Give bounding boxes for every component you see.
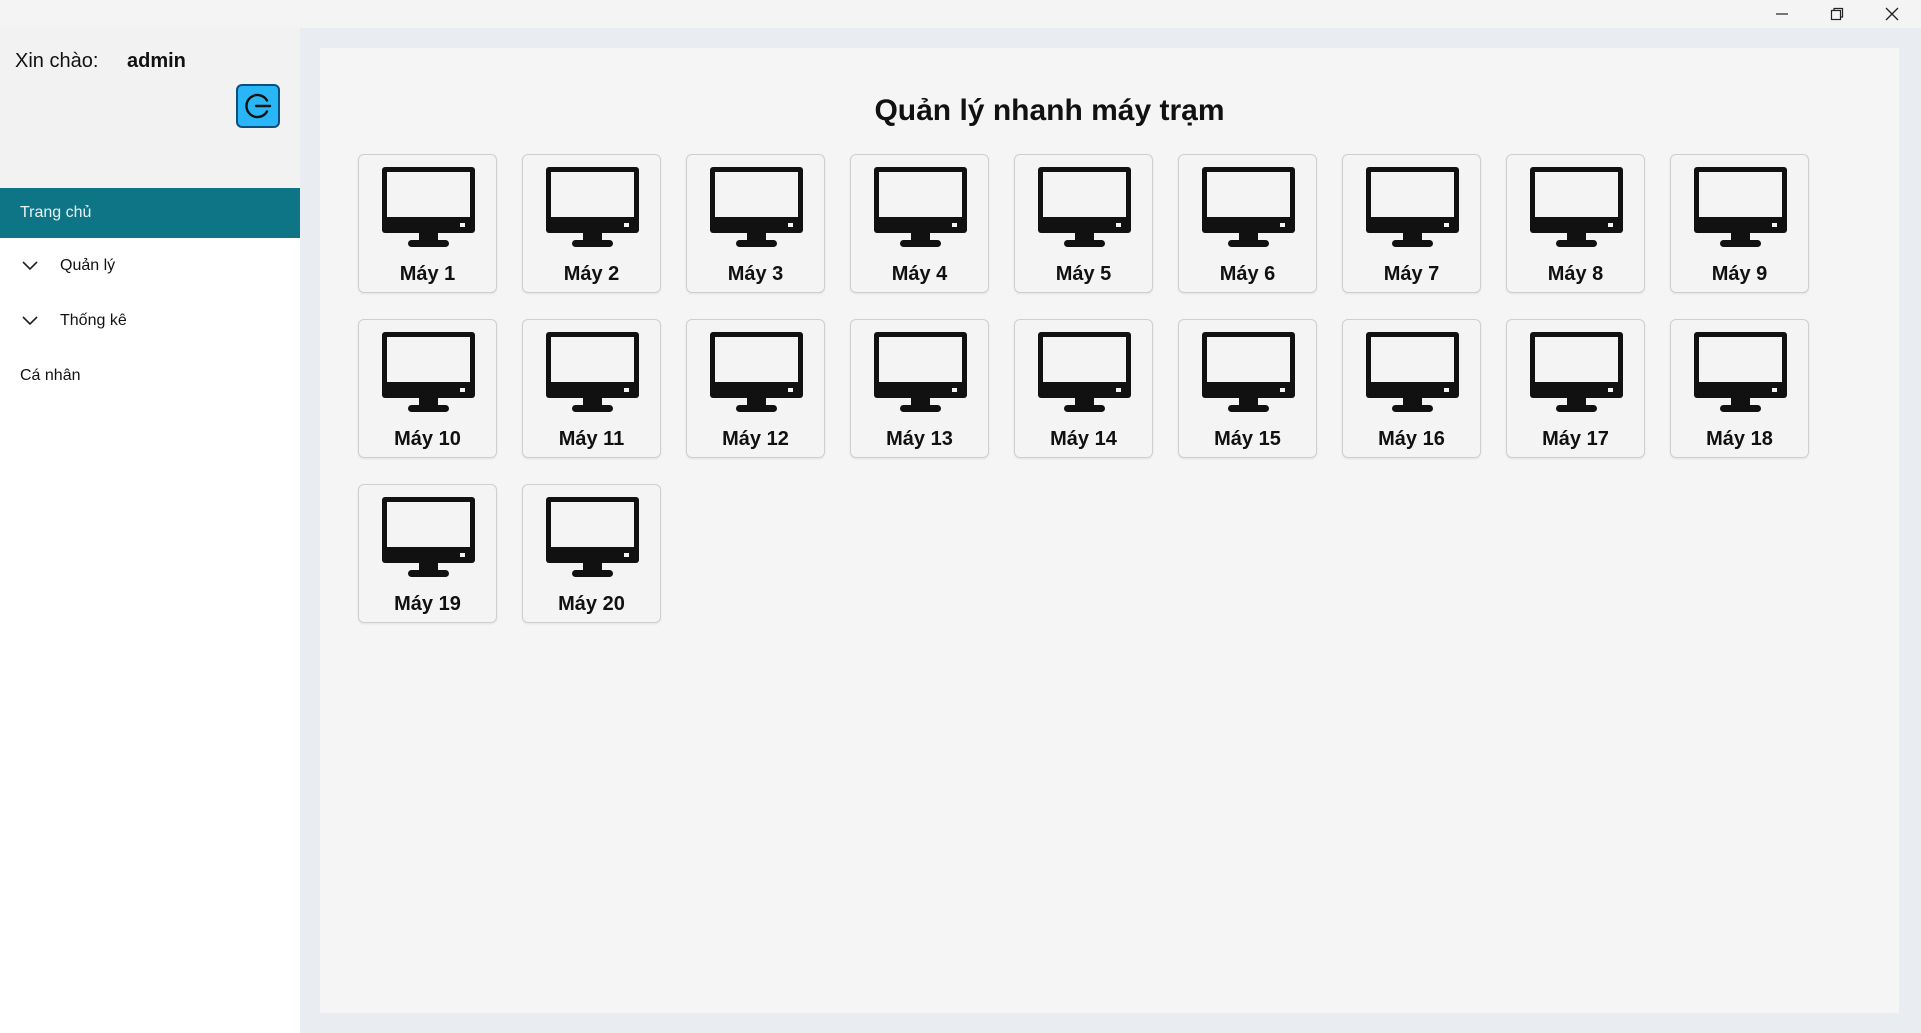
logout-icon: [245, 93, 272, 119]
sidebar-item-quan-ly[interactable]: Quản lý: [0, 238, 300, 293]
sidebar-item-label: Cá nhân: [20, 366, 81, 384]
machine-label: Máy 15: [1214, 428, 1281, 450]
machine-label: Máy 7: [1383, 263, 1440, 285]
machine-tile[interactable]: Máy 13: [850, 319, 989, 458]
minimize-button[interactable]: [1755, 0, 1809, 28]
machine-tile[interactable]: Máy 17: [1506, 319, 1645, 458]
machine-grid: Máy 1 Máy 2 Máy 3 Máy 4 Máy 5 Máy 6 Máy …: [358, 154, 1818, 623]
username-label: admin: [127, 50, 186, 72]
machine-tile[interactable]: Máy 7: [1342, 154, 1481, 293]
restore-icon: [1830, 7, 1844, 21]
close-icon: [1885, 7, 1899, 21]
machine-label: Máy 1: [399, 263, 456, 285]
machine-label: Máy 19: [394, 593, 461, 615]
sidebar-nav: Trang chủ Quản lý Thống kê Cá nhân: [0, 188, 300, 403]
machine-tile[interactable]: Máy 10: [358, 319, 497, 458]
machine-label: Máy 17: [1542, 428, 1609, 450]
machine-label: Máy 8: [1547, 263, 1604, 285]
user-panel: Xin chào: admin: [0, 28, 300, 188]
machine-label: Máy 11: [558, 428, 625, 450]
desktop-monitor-icon: [382, 167, 475, 247]
desktop-monitor-icon: [1202, 167, 1295, 247]
restore-button[interactable]: [1810, 0, 1864, 28]
machine-label: Máy 14: [1050, 428, 1117, 450]
chevron-down-icon: [22, 315, 38, 325]
machine-label: Máy 2: [563, 263, 620, 285]
desktop-monitor-icon: [1530, 167, 1623, 247]
sidebar-item-thong-ke[interactable]: Thống kê: [0, 293, 300, 348]
minimize-icon: [1776, 13, 1788, 15]
desktop-monitor-icon: [1694, 167, 1787, 247]
machine-tile[interactable]: Máy 9: [1670, 154, 1809, 293]
sidebar-item-label: Trang chủ: [20, 204, 92, 221]
desktop-monitor-icon: [1366, 332, 1459, 412]
greeting-label: Xin chào:: [15, 50, 99, 72]
desktop-monitor-icon: [874, 167, 967, 247]
desktop-monitor-icon: [1202, 332, 1295, 412]
desktop-monitor-icon: [710, 332, 803, 412]
desktop-monitor-icon: [1694, 332, 1787, 412]
machine-tile[interactable]: Máy 15: [1178, 319, 1317, 458]
machine-label: Máy 12: [722, 428, 789, 450]
main-content: Quản lý nhanh máy trạm Máy 1 Máy 2 Máy 3: [300, 28, 1921, 1033]
machine-tile[interactable]: Máy 5: [1014, 154, 1153, 293]
machine-label: Máy 4: [891, 263, 948, 285]
desktop-monitor-icon: [710, 167, 803, 247]
machine-tile[interactable]: Máy 19: [358, 484, 497, 623]
machine-tile[interactable]: Máy 8: [1506, 154, 1645, 293]
machine-label: Máy 10: [394, 428, 461, 450]
machine-tile[interactable]: Máy 2: [522, 154, 661, 293]
machine-label: Máy 16: [1378, 428, 1445, 450]
desktop-monitor-icon: [382, 497, 475, 577]
sidebar-item-label: Quản lý: [60, 256, 116, 274]
desktop-monitor-icon: [874, 332, 967, 412]
machine-label: Máy 18: [1706, 428, 1773, 450]
machine-tile[interactable]: Máy 3: [686, 154, 825, 293]
sidebar-item-ca-nhan[interactable]: Cá nhân: [0, 348, 300, 403]
desktop-monitor-icon: [382, 332, 475, 412]
sidebar-item-trang-chu[interactable]: Trang chủ: [0, 188, 300, 238]
workstation-panel: Quản lý nhanh máy trạm Máy 1 Máy 2 Máy 3: [320, 48, 1899, 1013]
page-title: Quản lý nhanh máy trạm: [874, 94, 1225, 127]
machine-tile[interactable]: Máy 11: [522, 319, 661, 458]
machine-tile[interactable]: Máy 14: [1014, 319, 1153, 458]
desktop-monitor-icon: [1366, 167, 1459, 247]
window-titlebar: [0, 0, 1921, 28]
logout-button[interactable]: [236, 84, 280, 128]
machine-tile[interactable]: Máy 12: [686, 319, 825, 458]
machine-tile[interactable]: Máy 6: [1178, 154, 1317, 293]
sidebar: Xin chào: admin Trang chủ Quản lý Thống …: [0, 28, 300, 1033]
machine-label: Máy 6: [1219, 263, 1276, 285]
machine-tile[interactable]: Máy 20: [522, 484, 661, 623]
machine-tile[interactable]: Máy 1: [358, 154, 497, 293]
desktop-monitor-icon: [546, 497, 639, 577]
machine-label: Máy 9: [1711, 263, 1768, 285]
machine-label: Máy 20: [558, 593, 625, 615]
machine-label: Máy 3: [727, 263, 784, 285]
machine-tile[interactable]: Máy 16: [1342, 319, 1481, 458]
machine-label: Máy 13: [886, 428, 953, 450]
machine-tile[interactable]: Máy 4: [850, 154, 989, 293]
close-button[interactable]: [1865, 0, 1919, 28]
sidebar-item-label: Thống kê: [60, 311, 127, 329]
desktop-monitor-icon: [1530, 332, 1623, 412]
desktop-monitor-icon: [546, 167, 639, 247]
desktop-monitor-icon: [546, 332, 639, 412]
machine-tile[interactable]: Máy 18: [1670, 319, 1809, 458]
desktop-monitor-icon: [1038, 167, 1131, 247]
desktop-monitor-icon: [1038, 332, 1131, 412]
machine-label: Máy 5: [1055, 263, 1112, 285]
chevron-down-icon: [22, 260, 38, 270]
